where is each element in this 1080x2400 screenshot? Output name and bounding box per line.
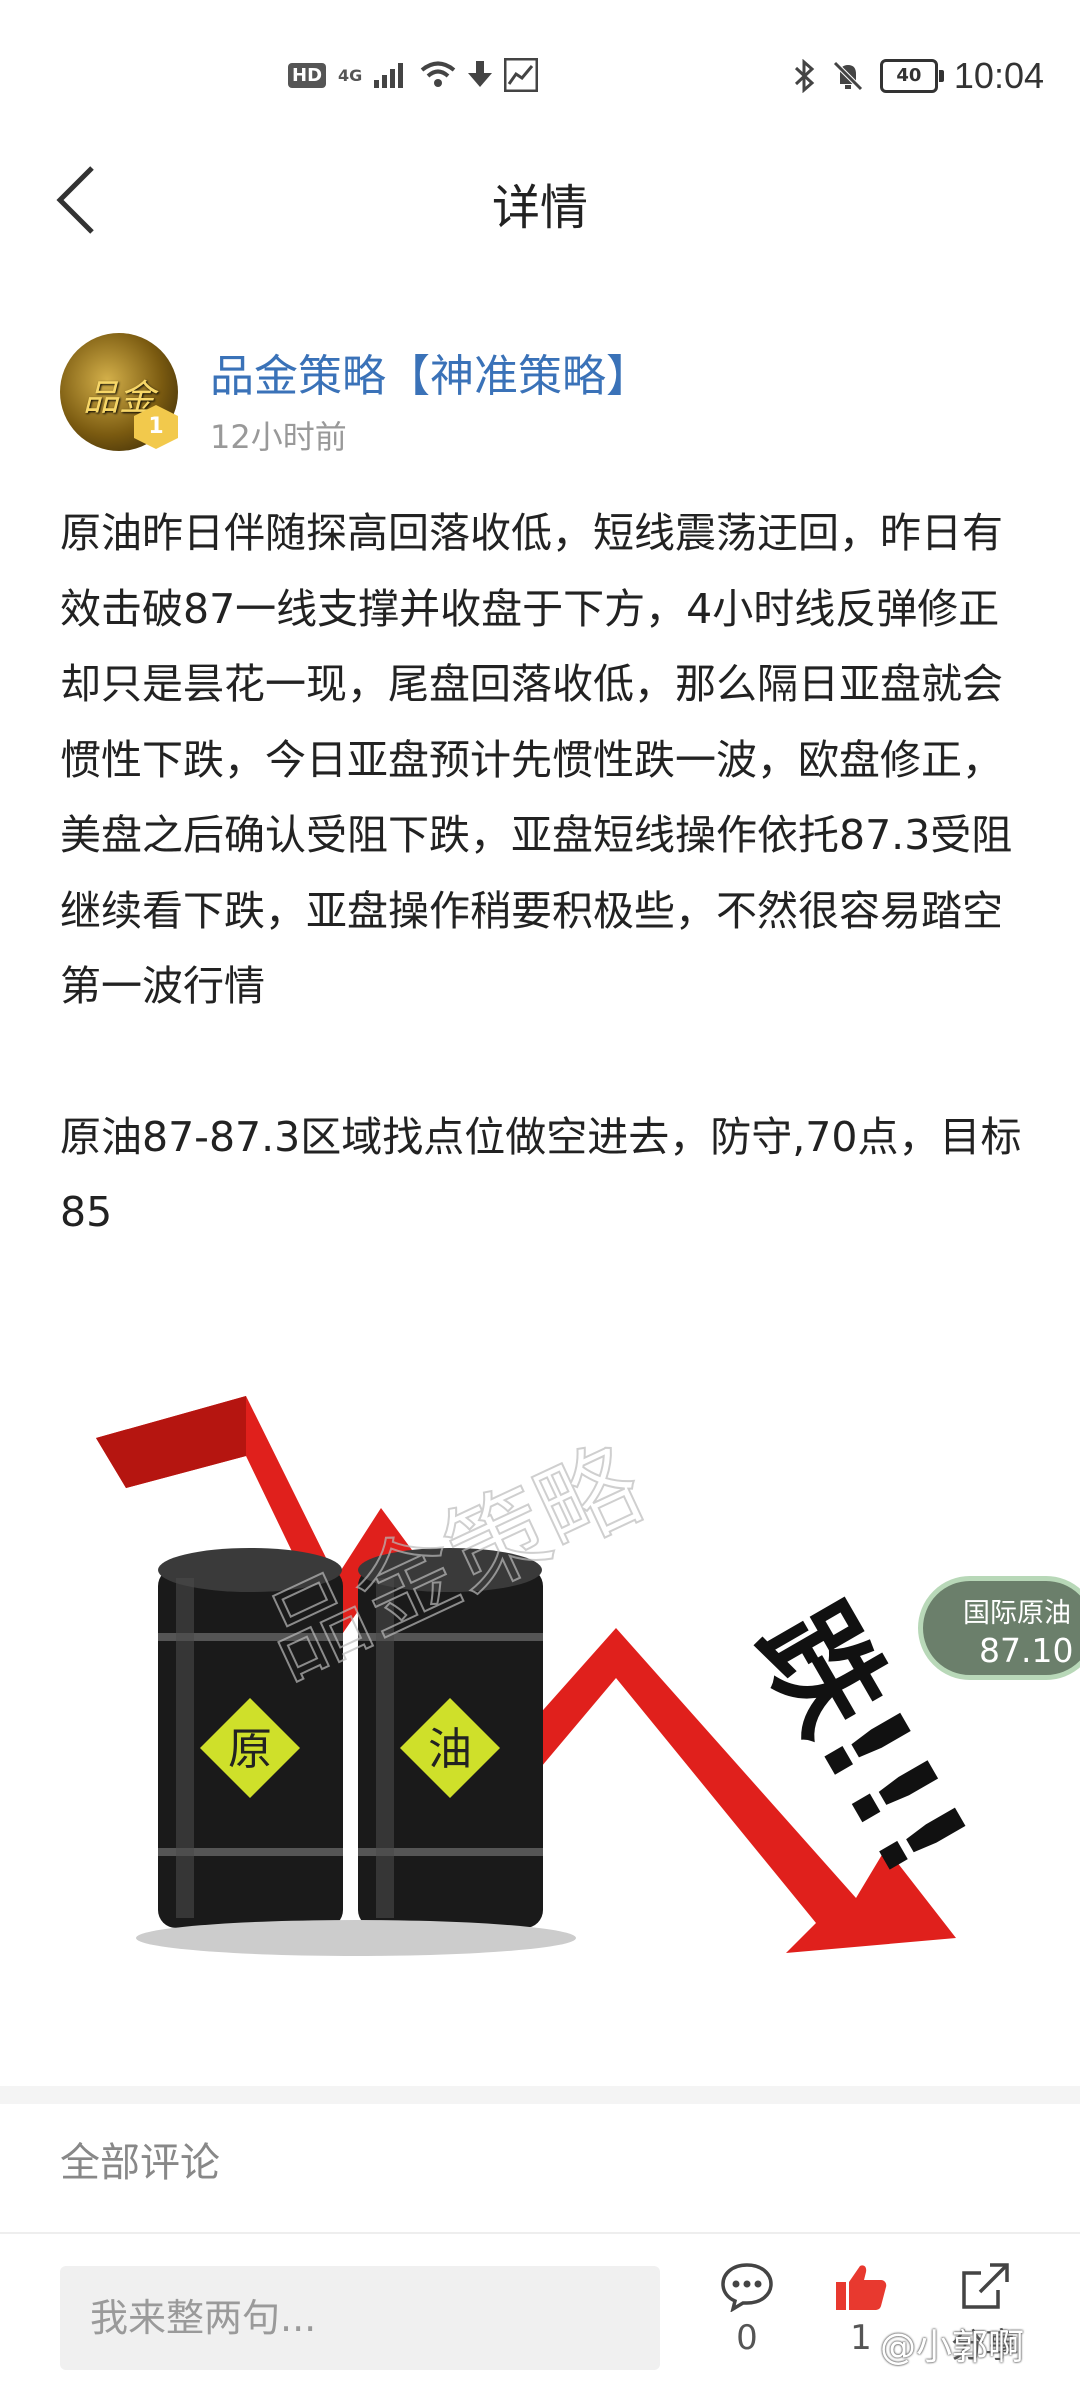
hd-badge: HD	[288, 62, 327, 88]
comment-button[interactable]: 0	[702, 2262, 792, 2358]
post-paragraph: 原油87-87.3区域找点位做空进去，防守,70点，目标85	[60, 1112, 1022, 1237]
comments-title: 全部评论	[60, 2140, 220, 2186]
quote-name: 国际原油	[963, 1598, 1071, 1629]
app-header: 详情	[0, 150, 1080, 250]
comment-count: 0	[736, 2318, 758, 2358]
clock: 10:04	[953, 55, 1044, 96]
thumbs-up-icon	[836, 2265, 887, 2310]
barrel-label-2: 油	[428, 1724, 472, 1775]
battery-icon: 40	[879, 59, 944, 93]
footer-watermark: @小郭啊	[880, 2327, 1025, 2368]
wifi-icon	[421, 61, 456, 87]
comment-input[interactable]	[60, 2266, 660, 2370]
bluetooth-icon	[794, 59, 815, 93]
post-body: 原油昨日伴随探高回落收低，短线震荡迂回，昨日有效击破87一线支撑并收盘于下方，4…	[60, 496, 1026, 1251]
comment-bubble-icon	[721, 2263, 773, 2313]
status-left: HD 4G	[288, 58, 539, 92]
post-image[interactable]: 原 油 跌!!! 品金策略	[96, 1378, 992, 1978]
quote-value: 87.10	[979, 1631, 1074, 1670]
download-icon	[468, 61, 493, 87]
signal-icon	[374, 63, 404, 88]
network-type: 4G	[338, 65, 363, 85]
status-right: 40 10:04	[794, 55, 1044, 97]
stock-app-icon	[504, 58, 539, 92]
barrel-label-1: 原	[228, 1724, 272, 1775]
author-name[interactable]: 品金策略【神准策略】	[210, 340, 650, 404]
share-icon	[962, 2263, 1009, 2309]
section-divider	[0, 2086, 1080, 2104]
crude-oil-quote-widget[interactable]: 国际原油 87.10	[918, 1576, 1080, 1680]
post-paragraph: 原油昨日伴随探高回落收低，短线震荡迂回，昨日有效击破87一线支撑并收盘于下方，4…	[60, 509, 1013, 1010]
bottom-bar-divider	[0, 2232, 1080, 2234]
status-bar: HD 4G 40 10:04	[0, 0, 1080, 150]
page-title: 详情	[491, 180, 588, 236]
mute-bell-icon	[833, 61, 863, 91]
post-time: 12小时前	[210, 418, 347, 456]
